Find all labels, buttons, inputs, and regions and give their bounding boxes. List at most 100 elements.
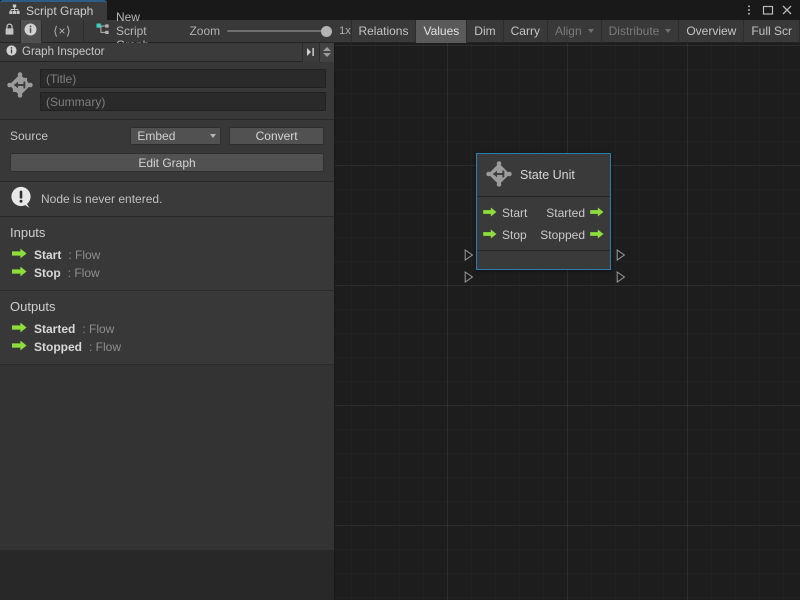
- warning-text: Node is never entered.: [41, 192, 162, 206]
- edit-graph-button[interactable]: Edit Graph: [10, 153, 324, 172]
- convert-button[interactable]: Convert: [229, 127, 324, 145]
- info-button[interactable]: [21, 20, 42, 43]
- tab-script-graph[interactable]: Script Graph: [0, 0, 107, 20]
- outputs-header: Outputs: [0, 297, 334, 320]
- graph-node-icon: [96, 23, 110, 39]
- node-port-label: Started: [546, 206, 585, 220]
- node-output-port-stopped[interactable]: Stopped: [540, 228, 604, 242]
- toolbar-button-align[interactable]: Align: [548, 20, 602, 43]
- toolbar-button-overview[interactable]: Overview: [679, 20, 744, 43]
- node-title: State Unit: [520, 168, 575, 182]
- output-port-name: Stopped: [34, 340, 82, 354]
- output-port-row: Stopped : Flow: [0, 338, 334, 356]
- flow-arrow-icon: [483, 206, 497, 220]
- zoom-label: Zoom: [189, 24, 220, 38]
- graph-node-state-unit[interactable]: State Unit Start Started: [476, 153, 611, 270]
- graph-canvas[interactable]: State Unit Start Started: [335, 43, 800, 600]
- flow-arrow-icon: [590, 206, 604, 220]
- connector-triangle-icon[interactable]: [464, 271, 474, 283]
- info-icon: [24, 23, 37, 39]
- flow-arrow-icon: [483, 228, 497, 242]
- node-output-port-started[interactable]: Started: [546, 206, 604, 220]
- toolbar-button-label: Values: [423, 24, 459, 38]
- node-input-port-start[interactable]: Start: [483, 206, 527, 220]
- more-options-icon[interactable]: [740, 1, 757, 19]
- node-text-fields: (Title) (Summary): [40, 69, 326, 111]
- script-graph-icon: [9, 4, 20, 18]
- connector-triangle-icon[interactable]: [464, 249, 474, 261]
- title-input[interactable]: (Title): [40, 69, 326, 88]
- stepper-down-arrow[interactable]: [323, 53, 331, 57]
- state-unit-icon: [7, 72, 33, 101]
- node-header: State Unit: [477, 154, 610, 197]
- lock-icon: [4, 23, 15, 39]
- input-port-row: Stop : Flow: [0, 264, 334, 282]
- node-port-area: Start Started: [477, 197, 610, 251]
- source-row: Source Embed Convert: [10, 127, 324, 145]
- info-icon: [6, 45, 17, 59]
- node-identity-block: (Title) (Summary): [0, 62, 334, 120]
- toolbar-button-carry[interactable]: Carry: [504, 20, 548, 43]
- inspector-header-title-group: Graph Inspector: [0, 45, 302, 59]
- close-icon[interactable]: [778, 1, 795, 19]
- stepper-icon[interactable]: [319, 43, 334, 62]
- input-port-name: Start: [34, 248, 61, 262]
- inspector-title: Graph Inspector: [22, 46, 104, 58]
- toolbar-button-label: Relations: [358, 24, 408, 38]
- zoom-value: 1x: [339, 25, 351, 37]
- chevron-down-icon: [665, 29, 671, 33]
- node-port-label: Stop: [502, 228, 527, 242]
- input-port-type: : Flow: [68, 266, 100, 280]
- toolbar-button-dim[interactable]: Dim: [467, 20, 503, 43]
- zoom-slider-knob[interactable]: [321, 26, 332, 37]
- node-port-label: Stopped: [540, 228, 585, 242]
- output-port-name: Started: [34, 322, 75, 336]
- summary-input[interactable]: (Summary): [40, 92, 326, 111]
- toolbar-button-relations[interactable]: Relations: [351, 20, 416, 43]
- source-dropdown[interactable]: Embed: [130, 127, 221, 145]
- graph-inspector-panel: Graph Inspector: [0, 43, 335, 600]
- node-footer: [477, 251, 610, 269]
- output-port-type: : Flow: [82, 322, 114, 336]
- flow-arrow-icon: [590, 228, 604, 242]
- toolbar-button-values[interactable]: Values: [416, 20, 467, 43]
- code-icon: ⟨×⟩: [53, 24, 71, 38]
- zoom-control: Zoom 1x: [181, 20, 350, 43]
- flow-arrow-icon: [12, 340, 27, 354]
- inspector-empty-area: [0, 365, 334, 550]
- zoom-slider[interactable]: [227, 25, 332, 37]
- maximize-icon[interactable]: [759, 1, 776, 19]
- graph-name-field[interactable]: New Script Graph: [84, 20, 182, 43]
- toolbar-button-label: Carry: [511, 24, 540, 38]
- input-port-name: Stop: [34, 266, 61, 280]
- source-block: Source Embed Convert Edit Graph: [0, 120, 334, 182]
- zoom-slider-track: [227, 30, 332, 32]
- toolbar-button-fullscreen[interactable]: Full Scr: [744, 20, 800, 43]
- toolbar-button-label: Overview: [686, 24, 736, 38]
- lock-button[interactable]: [0, 20, 21, 43]
- connector-triangle-icon[interactable]: [616, 249, 626, 261]
- outputs-section: Outputs Started : Flow: [0, 291, 334, 365]
- output-port-row: Started : Flow: [0, 320, 334, 338]
- toolbar-button-distribute[interactable]: Distribute: [602, 20, 680, 43]
- node-input-port-stop[interactable]: Stop: [483, 228, 527, 242]
- flow-arrow-icon: [12, 322, 27, 336]
- warning-bubble-icon: [10, 186, 33, 212]
- warning-message: Node is never entered.: [0, 182, 334, 217]
- state-unit-icon: [486, 161, 512, 190]
- stepper-up-arrow[interactable]: [323, 47, 331, 51]
- input-port-type: : Flow: [68, 248, 100, 262]
- node-port-row: Start Started: [477, 202, 610, 224]
- script-graph-window: Script Graph: [0, 0, 800, 600]
- toolbar-button-label: Distribute: [609, 24, 660, 38]
- tab-label: Script Graph: [26, 5, 93, 17]
- window-controls: [740, 0, 800, 20]
- connector-triangle-icon[interactable]: [616, 271, 626, 283]
- code-view-button[interactable]: ⟨×⟩: [42, 20, 84, 43]
- toolbar-button-label: Dim: [474, 24, 495, 38]
- node-port-label: Start: [502, 206, 527, 220]
- source-dropdown-value: Embed: [137, 129, 175, 143]
- inspector-header: Graph Inspector: [0, 43, 334, 62]
- dock-right-icon[interactable]: [302, 43, 319, 62]
- toolbar-button-label: Align: [555, 24, 582, 38]
